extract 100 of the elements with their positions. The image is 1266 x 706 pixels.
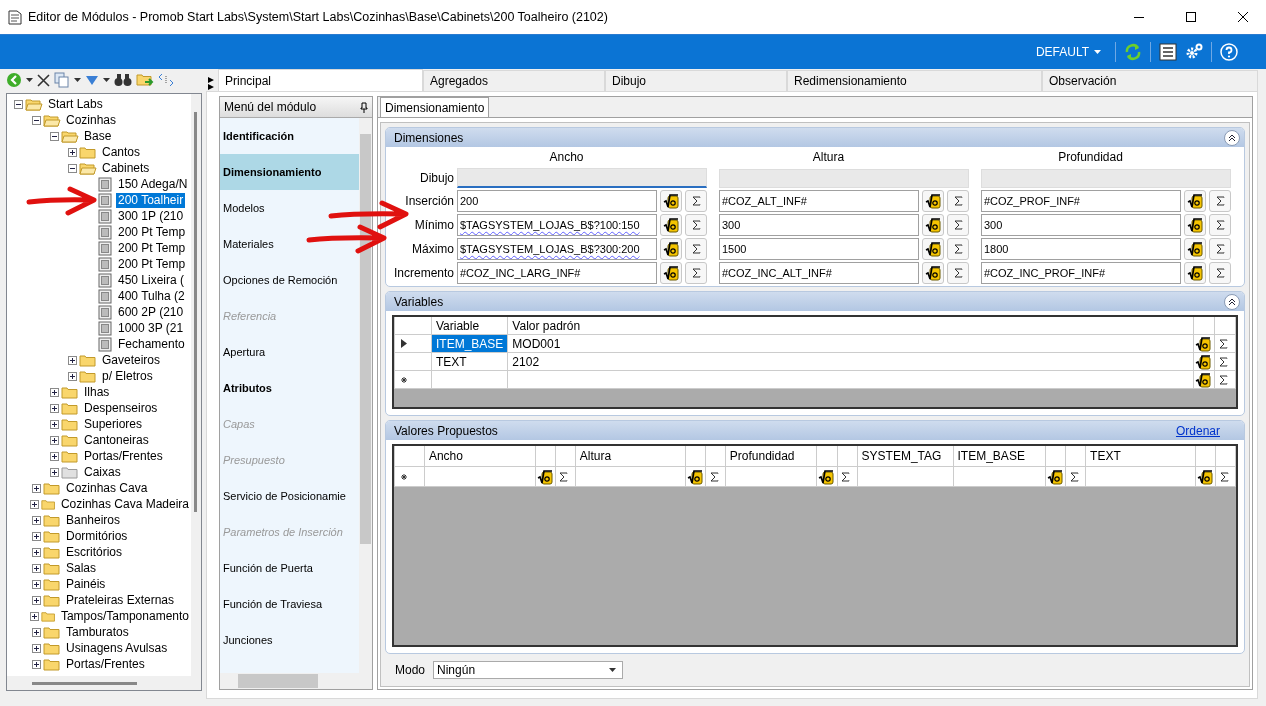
collapse-icon[interactable] — [13, 99, 23, 109]
tree-item[interactable]: 1000 3P (21 — [116, 320, 186, 336]
drawing-field[interactable] — [457, 168, 707, 188]
sort-link[interactable]: Ordenar — [1175, 423, 1220, 438]
input-field[interactable]: $TAGSYSTEM_LOJAS_B$?100:150 — [457, 214, 657, 236]
expand-icon[interactable] — [49, 467, 59, 477]
input-field[interactable]: 1500 — [719, 238, 919, 260]
tree-item[interactable]: Cozinhas Cava — [64, 480, 150, 496]
table-cell[interactable]: MOD001 — [507, 334, 1194, 353]
tree-item[interactable]: Caixas — [82, 464, 123, 480]
expand-icon[interactable] — [67, 355, 77, 365]
formula-button[interactable] — [818, 468, 835, 485]
expand-icon[interactable] — [67, 147, 77, 157]
mode-dropdown[interactable]: Ningún — [433, 661, 624, 679]
expand-icon[interactable] — [31, 563, 41, 573]
tree-item[interactable]: 200 Pt Temp — [116, 256, 188, 272]
expand-icon[interactable] — [31, 547, 41, 557]
input-field[interactable]: 200 — [457, 190, 657, 212]
tree-item[interactable]: Cantoneiras — [82, 432, 151, 448]
input-field[interactable]: 300 — [719, 214, 919, 236]
menu-item[interactable]: Dimensionamiento — [220, 154, 359, 190]
collapse-button[interactable] — [1224, 129, 1240, 146]
menu-item[interactable]: Función de Puerta — [220, 550, 359, 586]
table-cell[interactable]: TEXT — [431, 352, 508, 371]
expand-icon[interactable] — [30, 611, 40, 621]
table-cell[interactable] — [857, 466, 954, 487]
formula-button[interactable] — [1195, 353, 1211, 370]
expand-icon[interactable] — [49, 435, 59, 445]
input-field[interactable]: #COZ_INC_PROF_INF# — [981, 262, 1181, 284]
tree-item[interactable]: 200 Toalheir — [116, 192, 186, 208]
collapse-icon[interactable] — [49, 131, 59, 141]
input-field[interactable]: 1800 — [981, 238, 1181, 260]
delete-icon[interactable] — [37, 73, 50, 87]
formula-button[interactable] — [536, 468, 553, 485]
formula-button[interactable] — [1195, 335, 1211, 352]
formula-button[interactable] — [1196, 468, 1213, 485]
tree-item[interactable]: Portas/Frentes — [64, 656, 147, 672]
menu-item[interactable]: Apertura — [220, 334, 359, 370]
tab[interactable]: Redimensionamiento — [787, 70, 1042, 91]
scrollbar[interactable] — [191, 94, 201, 690]
tree-item[interactable]: Banheiros — [64, 512, 123, 528]
menu-item[interactable]: Atributos — [220, 370, 359, 406]
down-arrow-icon[interactable] — [85, 74, 99, 86]
profile-dropdown[interactable]: DEFAULT — [1029, 44, 1107, 60]
tab[interactable]: Principal — [218, 69, 423, 91]
tree-item[interactable]: 200 Pt Temp — [116, 240, 188, 256]
table-cell[interactable] — [725, 466, 817, 487]
tab[interactable]: Observación — [1042, 70, 1258, 91]
expand-icon[interactable] — [49, 403, 59, 413]
pin-icon[interactable] — [360, 101, 368, 113]
expand-icon[interactable] — [31, 595, 41, 605]
table-cell[interactable] — [953, 466, 1046, 487]
menu-item[interactable]: Identificación — [220, 118, 359, 154]
row-header[interactable] — [394, 334, 432, 353]
tree-item[interactable]: 600 2P (210 — [116, 304, 186, 320]
input-field[interactable]: #COZ_INC_LARG_INF# — [457, 262, 657, 284]
tab[interactable]: Agregados — [423, 70, 605, 91]
tree-item[interactable]: Prateleiras Externas — [64, 592, 177, 608]
tree-item[interactable]: Base — [82, 128, 114, 144]
menu-item[interactable]: Junciones — [220, 622, 359, 658]
drawing-field[interactable] — [719, 168, 969, 188]
expand-icon[interactable] — [31, 659, 41, 669]
collapse-icon[interactable] — [67, 163, 77, 173]
tree-item[interactable]: Cozinhas Cava Madeira — [58, 496, 191, 512]
expand-icon[interactable] — [67, 371, 77, 381]
expand-icon[interactable] — [49, 419, 59, 429]
back-icon[interactable] — [6, 72, 22, 88]
tab[interactable]: Dimensionamiento — [380, 97, 490, 117]
tree-item[interactable]: Cantos — [100, 144, 143, 160]
input-field[interactable]: #COZ_ALT_INF# — [719, 190, 919, 212]
menu-item[interactable]: Servicio de Posicionamie — [220, 478, 359, 514]
formula-button[interactable] — [1195, 371, 1211, 388]
expand-icon[interactable] — [31, 531, 41, 541]
menu-item[interactable]: Modelos — [220, 190, 359, 226]
tree-item[interactable]: Cabinets — [100, 160, 152, 176]
input-field[interactable]: #COZ_INC_ALT_INF# — [719, 262, 919, 284]
menu-item[interactable]: Función de Traviesa — [220, 586, 359, 622]
tree-item[interactable]: Despenseiros — [82, 400, 160, 416]
tree-item[interactable]: Start Labs — [46, 96, 105, 112]
table-cell[interactable] — [1085, 466, 1196, 487]
tree-item[interactable]: Dormitórios — [64, 528, 130, 544]
collapse-icon[interactable] — [31, 115, 41, 125]
tree-item[interactable]: Cozinhas — [64, 112, 119, 128]
table-cell[interactable] — [507, 370, 1194, 389]
tab[interactable]: Dibujo — [605, 70, 787, 91]
tree-item[interactable]: Fechamento — [116, 336, 187, 352]
expand-icon[interactable] — [49, 451, 59, 461]
table-cell[interactable]: 2102 — [507, 352, 1194, 371]
expand-icon[interactable] — [30, 499, 40, 509]
tree-item[interactable]: Gaveteiros — [100, 352, 163, 368]
tree-item[interactable]: Ilhas — [82, 384, 112, 400]
tree-item[interactable]: Superiores — [82, 416, 145, 432]
input-field[interactable]: $TAGSYSTEM_LOJAS_B$?300:200 — [457, 238, 657, 260]
tree-link-icon[interactable] — [158, 72, 174, 88]
tree-item[interactable]: Salas — [64, 560, 99, 576]
binoculars-icon[interactable] — [114, 73, 132, 87]
list-icon[interactable] — [1159, 43, 1177, 61]
tree-item[interactable]: 400 Tulha (2 — [116, 288, 187, 304]
tree-item[interactable]: Usinagens Avulsas — [64, 640, 170, 656]
tree-item[interactable]: 200 Pt Temp — [116, 224, 188, 240]
